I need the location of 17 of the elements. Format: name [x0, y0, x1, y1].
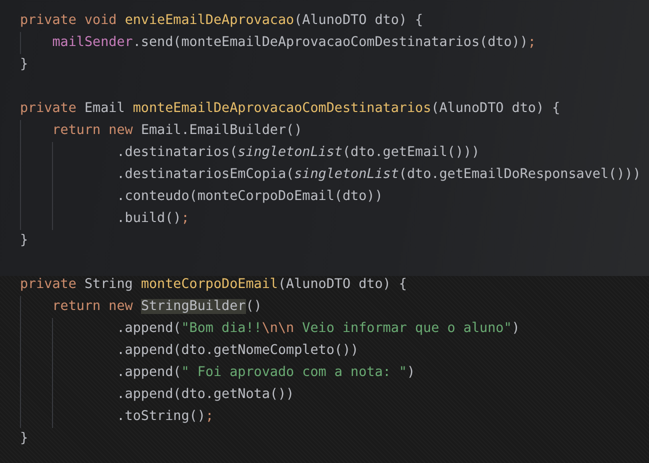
code-line: .build();: [116, 211, 190, 226]
code-line: }: [20, 431, 28, 446]
code-line: private void envieEmailDeAprovacao(AlunoDTO dto) {: [20, 13, 424, 28]
code-line: }: [20, 233, 28, 248]
code-line: return new Email.EmailBuilder(): [51, 123, 302, 138]
code-line: .destinatariosEmCopia(singletonList(dto.getEmailDoResponsavel())): [116, 167, 641, 182]
code-line: .append(dto.getNota()): [116, 387, 294, 402]
code-line: .destinatarios(singletonList(dto.getEmail())): [116, 145, 480, 160]
code-line: .append("Bom dia!!\n\n Veio informar que o aluno"): [116, 321, 520, 336]
code-line: .append(dto.getNomeCompleto()): [116, 343, 359, 358]
code-line: private String monteCorpoDoEmail(AlunoDTO dto) {: [20, 277, 407, 292]
code-line: .conteudo(monteCorpoDoEmail(dto)): [116, 189, 383, 204]
code-line: mailSender.send(monteEmailDeAprovacaoComDestinatarios(dto));: [51, 35, 536, 50]
code-line: .append(" Foi aprovado com a nota: "): [116, 365, 416, 380]
code-line: }: [20, 57, 28, 72]
code-line: private Email monteEmailDeAprovacaoComDestinatarios(AlunoDTO dto) {: [20, 101, 560, 116]
code-line: .toString();: [116, 409, 214, 424]
